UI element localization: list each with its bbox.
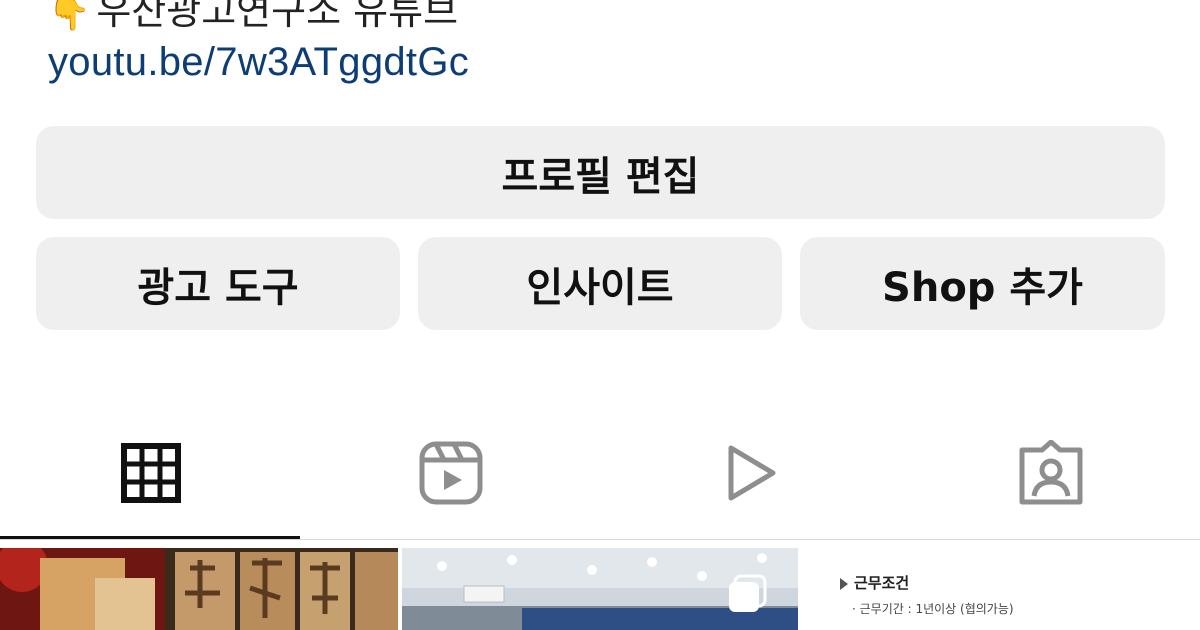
tab-divider bbox=[0, 539, 1200, 540]
bio-text-label: 우산광고연구소 유튜브 bbox=[96, 0, 459, 33]
tab-video[interactable] bbox=[716, 440, 786, 506]
edit-profile-button[interactable]: 프로필 편집 bbox=[36, 126, 1165, 219]
bio-text: 👇 우산광고연구소 유튜브 bbox=[48, 0, 458, 35]
bullet-arrow-icon bbox=[840, 577, 848, 590]
insights-button[interactable]: 인사이트 bbox=[418, 237, 782, 330]
tab-reels[interactable] bbox=[416, 440, 486, 506]
ad-tools-button[interactable]: 광고 도구 bbox=[36, 237, 400, 330]
document-line: · 근무기간 : 1년이상 (협의가능) bbox=[852, 602, 1014, 616]
grid-icon bbox=[121, 443, 181, 503]
document-heading: 근무조건 bbox=[840, 572, 909, 593]
post-thumbnail[interactable] bbox=[402, 548, 798, 630]
post-image bbox=[0, 548, 398, 630]
add-shop-button[interactable]: Shop 추가 bbox=[800, 237, 1165, 330]
post-thumbnail[interactable]: 근무조건 · 근무기간 : 1년이상 (협의가능) bbox=[802, 548, 1200, 630]
document-heading-text: 근무조건 bbox=[854, 574, 910, 592]
tab-tagged[interactable] bbox=[1016, 440, 1086, 506]
post-thumbnail[interactable] bbox=[0, 548, 398, 630]
pointing-down-icon: 👇 bbox=[48, 0, 91, 33]
tab-posts-grid[interactable] bbox=[116, 440, 186, 506]
tagged-person-icon bbox=[1019, 440, 1083, 505]
multiple-photos-icon bbox=[727, 574, 767, 614]
profile-link[interactable]: youtu.be/7w3ATggdtGc bbox=[48, 40, 469, 85]
reels-icon bbox=[419, 441, 483, 505]
video-play-icon bbox=[728, 445, 776, 501]
